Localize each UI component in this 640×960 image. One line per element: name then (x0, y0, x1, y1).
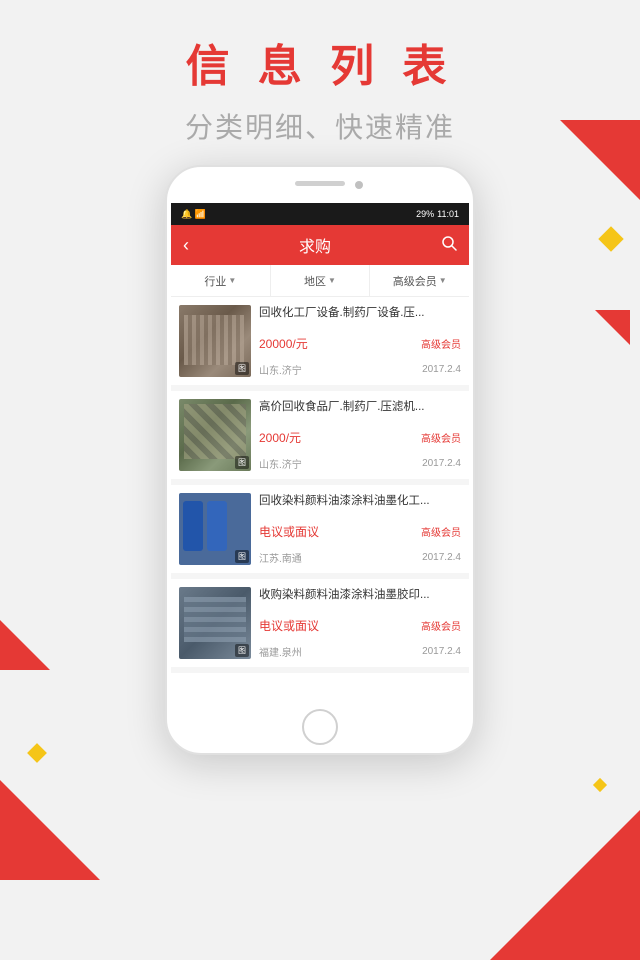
item-location-2: 山东.济宁 (259, 456, 302, 471)
item-price-3: 电议或面议 (259, 523, 319, 540)
status-right: 29% 11:01 (416, 209, 459, 219)
item-title-3: 回收染料颜料油漆涂料油墨化工... (259, 493, 461, 509)
deco-tri-bottom-left (0, 780, 100, 880)
item-date-2: 2017.2.4 (422, 458, 461, 469)
item-badge-2: 高级会员 (421, 430, 461, 445)
item-image-3: 图 (179, 493, 251, 565)
item-badge-4: 高级会员 (421, 618, 461, 633)
deco-diamond-bottom-right2 (593, 778, 607, 792)
img-label-3: 图 (235, 550, 249, 563)
filter-member[interactable]: 高级会员 ▼ (370, 265, 469, 296)
phone-outer: 🔔 📶 29% 11:01 ‹ 求购 (165, 165, 475, 755)
item-price-row-1: 20000/元 高级会员 (259, 335, 461, 352)
item-title-4: 收购染料颜料油漆涂料油墨胶印... (259, 587, 461, 603)
time-text: 11:01 (437, 209, 459, 219)
item-price-row-2: 2000/元 高级会员 (259, 429, 461, 446)
item-location-4: 福建.泉州 (259, 644, 302, 659)
item-date-4: 2017.2.4 (422, 646, 461, 657)
item-location-row-2: 山东.济宁 2017.2.4 (259, 456, 461, 471)
app-toolbar: ‹ 求购 (171, 225, 469, 265)
item-date-3: 2017.2.4 (422, 552, 461, 563)
item-content-4: 收购染料颜料油漆涂料油墨胶印... 电议或面议 高级会员 福建.泉州 2017.… (251, 587, 461, 659)
item-content-1: 回收化工厂设备.制药厂设备.压... 20000/元 高级会员 山东.济宁 20… (251, 305, 461, 377)
search-icon[interactable] (441, 235, 457, 255)
sub-title: 分类明细、快速精准 (0, 106, 640, 146)
filter-industry-label: 行业 (204, 273, 226, 289)
item-image-1: 图 (179, 305, 251, 377)
toolbar-title: 求购 (189, 233, 441, 257)
list-item[interactable]: 图 高价回收食品厂.制药厂.压滤机... 2000/元 高级会员 山东.济宁 2… (171, 391, 469, 479)
phone-mockup: 🔔 📶 29% 11:01 ‹ 求购 (165, 165, 475, 755)
item-location-row-3: 江苏.南通 2017.2.4 (259, 550, 461, 565)
deco-tri-mid-left (0, 620, 50, 670)
filter-industry[interactable]: 行业 ▼ (171, 265, 271, 296)
item-price-1: 20000/元 (259, 335, 308, 352)
item-location-row-1: 山东.济宁 2017.2.4 (259, 362, 461, 377)
filter-bar: 行业 ▼ 地区 ▼ 高级会员 ▼ (171, 265, 469, 297)
phone-speaker (295, 181, 345, 186)
item-image-4: 图 (179, 587, 251, 659)
phone-camera (355, 181, 363, 189)
main-title: 信 息 列 表 (0, 30, 640, 94)
filter-member-arrow: ▼ (439, 276, 447, 285)
deco-diamond-top-right (598, 226, 623, 251)
item-content-2: 高价回收食品厂.制药厂.压滤机... 2000/元 高级会员 山东.济宁 201… (251, 399, 461, 471)
item-content-3: 回收染料颜料油漆涂料油墨化工... 电议或面议 高级会员 江苏.南通 2017.… (251, 493, 461, 565)
phone-screen: 🔔 📶 29% 11:01 ‹ 求购 (171, 203, 469, 701)
filter-industry-arrow: ▼ (228, 276, 236, 285)
phone-home-button[interactable] (302, 709, 338, 745)
filter-region-arrow: ▼ (328, 276, 336, 285)
list-item[interactable]: 图 回收染料颜料油漆涂料油墨化工... 电议或面议 高级会员 江苏.南通 201… (171, 485, 469, 573)
img-label-2: 图 (235, 456, 249, 469)
item-badge-1: 高级会员 (421, 336, 461, 351)
list-item[interactable]: 图 收购染料颜料油漆涂料油墨胶印... 电议或面议 高级会员 福建.泉州 201… (171, 579, 469, 667)
deco-tri-bottom-right (490, 810, 640, 960)
header-area: 信 息 列 表 分类明细、快速精准 (0, 30, 640, 146)
item-location-3: 江苏.南通 (259, 550, 302, 565)
status-bar: 🔔 📶 29% 11:01 (171, 203, 469, 225)
item-price-2: 2000/元 (259, 429, 301, 446)
item-location-1: 山东.济宁 (259, 362, 302, 377)
item-title-1: 回收化工厂设备.制药厂设备.压... (259, 305, 461, 321)
list-item[interactable]: 图 回收化工厂设备.制药厂设备.压... 20000/元 高级会员 山东.济宁 … (171, 297, 469, 385)
item-price-4: 电议或面议 (259, 617, 319, 634)
img-label-1: 图 (235, 362, 249, 375)
status-left-icons: 🔔 📶 (181, 209, 206, 220)
filter-region-label: 地区 (304, 273, 326, 289)
list-container: 图 回收化工厂设备.制药厂设备.压... 20000/元 高级会员 山东.济宁 … (171, 297, 469, 673)
item-image-2: 图 (179, 399, 251, 471)
battery-text: 29% (416, 209, 434, 219)
deco-diamond-bottom-left (27, 743, 47, 763)
deco-tri-small-right (595, 310, 630, 345)
filter-member-label: 高级会员 (393, 273, 437, 289)
item-price-row-3: 电议或面议 高级会员 (259, 523, 461, 540)
item-price-row-4: 电议或面议 高级会员 (259, 617, 461, 634)
img-label-4: 图 (235, 644, 249, 657)
item-date-1: 2017.2.4 (422, 364, 461, 375)
item-location-row-4: 福建.泉州 2017.2.4 (259, 644, 461, 659)
item-badge-3: 高级会员 (421, 524, 461, 539)
item-title-2: 高价回收食品厂.制药厂.压滤机... (259, 399, 461, 415)
filter-region[interactable]: 地区 ▼ (271, 265, 371, 296)
